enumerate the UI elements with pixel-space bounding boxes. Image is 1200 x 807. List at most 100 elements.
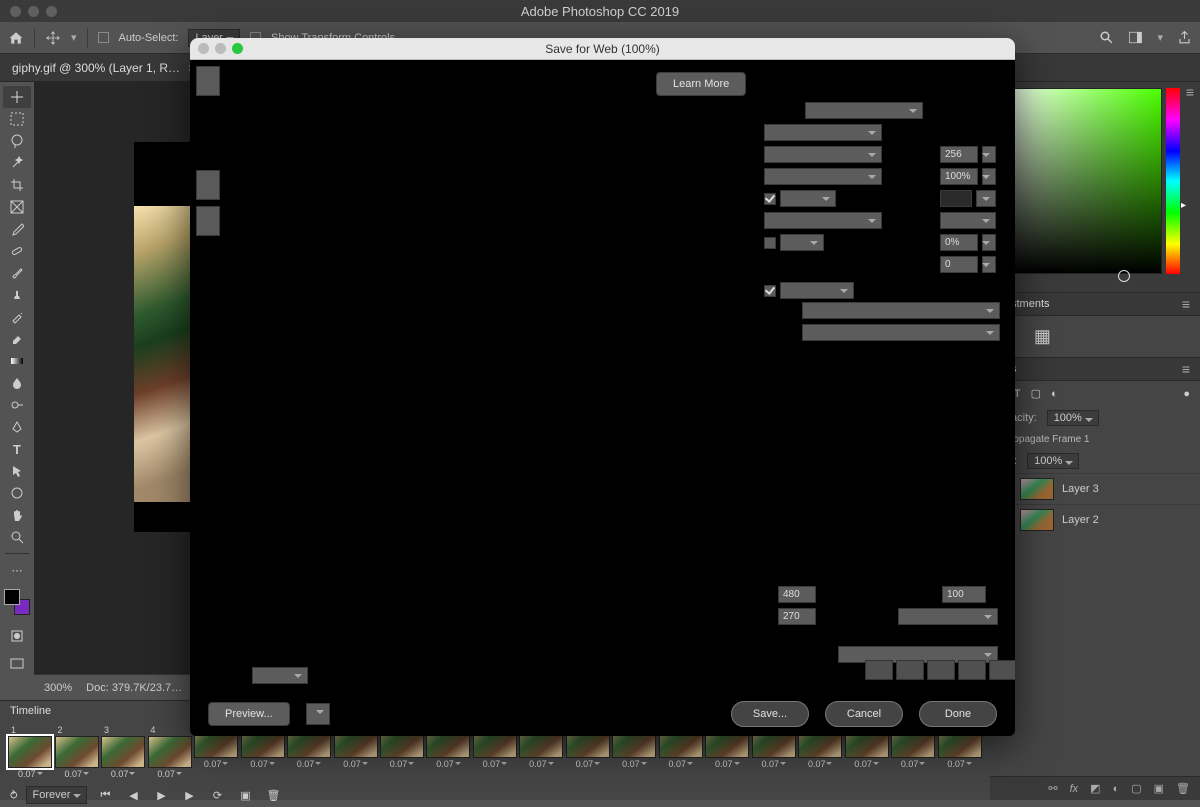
quickmask-icon[interactable] (3, 625, 31, 647)
frame-delay[interactable]: 0.07 (854, 759, 879, 769)
cancel-button[interactable]: Cancel (825, 701, 903, 727)
panel-menu-icon[interactable]: ≡ (1182, 361, 1190, 377)
width-input[interactable]: 480 (778, 586, 816, 603)
timeline-frame[interactable]: 30.07 (101, 725, 145, 779)
mask-icon[interactable]: ◩ (1090, 782, 1100, 795)
auto-select-checkbox[interactable] (98, 32, 109, 43)
zoom-level[interactable]: 300% (44, 682, 72, 694)
frame-delay[interactable]: 0.07 (715, 759, 740, 769)
eyedropper-tool[interactable] (3, 218, 31, 240)
frame-delay[interactable]: 0.07 (808, 759, 833, 769)
wand-tool[interactable] (3, 152, 31, 174)
move-tool-icon[interactable] (45, 30, 61, 46)
move-tool[interactable] (3, 86, 31, 108)
frame-tool[interactable] (3, 196, 31, 218)
fill-dropdown[interactable]: 100% (1027, 453, 1079, 469)
matte-dropdown[interactable] (780, 190, 836, 207)
adjustments-header[interactable]: …stments ≡ (990, 292, 1200, 316)
convert-srgb-checkbox[interactable] (764, 285, 776, 297)
layer-item[interactable]: Layer 3 (990, 473, 1200, 504)
layer-name[interactable]: Layer 3 (1062, 483, 1099, 495)
new-frame-icon[interactable]: ▣ (235, 787, 255, 803)
frame-delay[interactable]: 0.07 (483, 759, 508, 769)
adj-layer-icon[interactable]: ◐ (1113, 783, 1120, 795)
ct-cell[interactable] (896, 660, 924, 680)
quality-dropdown[interactable] (898, 608, 998, 625)
minimize-window[interactable] (28, 6, 39, 17)
websnap-stepper[interactable] (982, 256, 996, 273)
frame-delay[interactable]: 0.07 (947, 759, 972, 769)
edit-toolbar-icon[interactable]: ⋯ (3, 559, 31, 581)
amount-dropdown[interactable] (940, 212, 996, 229)
history-brush-tool[interactable] (3, 306, 31, 328)
dialog-titlebar[interactable]: Save for Web (100%) (190, 38, 1015, 60)
frame-delay[interactable]: 0.07 (343, 759, 368, 769)
percent-input[interactable]: 100 (942, 586, 986, 603)
opacity-dropdown[interactable]: 100% (1047, 410, 1099, 426)
chevron-down-icon[interactable]: ▾ (1157, 31, 1163, 44)
frame-delay[interactable]: 0.07 (157, 769, 182, 779)
color-field[interactable] (998, 88, 1162, 274)
shape-tool[interactable] (3, 482, 31, 504)
frame-delay[interactable]: 0.07 (18, 769, 43, 779)
crop-tool[interactable] (3, 174, 31, 196)
timeline-frame[interactable]: 10.07 (8, 725, 52, 779)
minimize-button[interactable] (215, 43, 226, 54)
frame-delay[interactable]: 0.07 (529, 759, 554, 769)
browser-dropdown[interactable] (306, 703, 330, 725)
zoom-button[interactable] (232, 43, 243, 54)
trash-icon[interactable]: 🗑 (1176, 782, 1190, 795)
frame-delay[interactable]: 0.07 (761, 759, 786, 769)
marquee-tool[interactable] (3, 108, 31, 130)
frame-delay[interactable]: 0.07 (250, 759, 275, 769)
hue-thumb-icon[interactable]: ▸ (1181, 200, 1186, 211)
preview-button[interactable]: Preview... (208, 702, 290, 726)
layer-name[interactable]: Layer 2 (1062, 514, 1099, 526)
tab-2up[interactable] (196, 170, 220, 200)
loop-dropdown[interactable]: Forever (26, 786, 88, 804)
path-select-tool[interactable] (3, 460, 31, 482)
adj-grid-icon[interactable]: ▦ (1034, 326, 1051, 347)
matte-swatch[interactable] (940, 190, 972, 207)
filter-toggle-icon[interactable]: ● (1183, 388, 1190, 400)
colors-input[interactable]: 256 (940, 146, 978, 163)
eraser-tool[interactable] (3, 328, 31, 350)
done-button[interactable]: Done (919, 701, 997, 727)
layer-item[interactable]: Layer 2 (990, 504, 1200, 535)
lossy-stepper[interactable] (982, 234, 996, 251)
format-dropdown[interactable] (764, 124, 882, 141)
tab-4up[interactable] (196, 206, 220, 236)
lossy-input[interactable]: 0% (940, 234, 978, 251)
preset-dropdown[interactable] (805, 102, 923, 119)
play-icon[interactable]: ▶ (151, 787, 171, 803)
fx-icon[interactable]: fx (1070, 783, 1079, 795)
hue-slider[interactable] (1166, 88, 1180, 274)
frame-delay[interactable]: 0.07 (436, 759, 461, 769)
close-window[interactable] (10, 6, 21, 17)
frame-delay[interactable]: 0.07 (622, 759, 647, 769)
pen-tool[interactable] (3, 416, 31, 438)
ct-cell[interactable] (865, 660, 893, 680)
dither-stepper[interactable] (982, 168, 996, 185)
transparency-checkbox[interactable] (764, 193, 776, 205)
tab-original[interactable] (196, 66, 220, 96)
ct-cell[interactable] (958, 660, 986, 680)
new-layer-icon[interactable]: ▣ (1154, 782, 1164, 795)
stamp-tool[interactable] (3, 284, 31, 306)
dodge-tool[interactable] (3, 394, 31, 416)
timeline-frame[interactable]: 40.07 (147, 725, 191, 779)
type-tool[interactable]: T (3, 438, 31, 460)
panel-menu-icon[interactable]: ≡ (1186, 84, 1194, 100)
doc-tab[interactable]: giphy.gif @ 300% (Layer 1, R… × (12, 61, 195, 75)
trash-icon[interactable]: 🗑 (263, 787, 283, 803)
frame-delay[interactable]: 0.07 (64, 769, 89, 779)
lasso-tool[interactable] (3, 130, 31, 152)
share-icon[interactable] (1177, 30, 1192, 45)
dither-type-dropdown[interactable] (764, 168, 882, 185)
heal-tool[interactable] (3, 240, 31, 262)
ct-cell[interactable] (927, 660, 955, 680)
first-frame-icon[interactable]: ⏮ (95, 787, 115, 803)
zoom-dropdown[interactable] (252, 667, 308, 684)
panel-menu-icon[interactable]: ≡ (1182, 296, 1190, 312)
reduction-dropdown[interactable] (764, 146, 882, 163)
